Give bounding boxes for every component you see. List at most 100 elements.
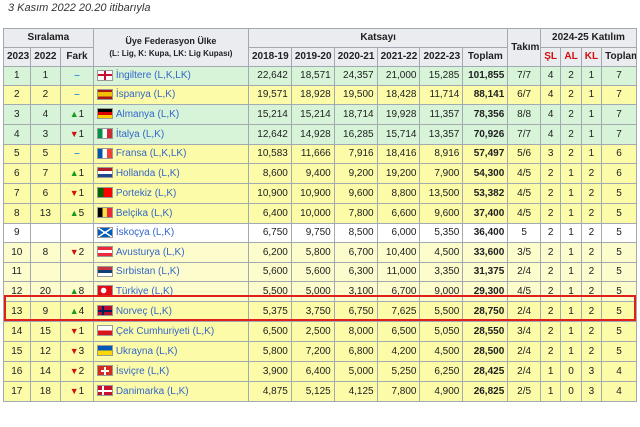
coefficient-total-cell: 57,497: [462, 144, 509, 164]
season-coefficient-cell: 22,642: [247, 66, 292, 86]
season-coefficient-cell: 11,714: [419, 85, 464, 105]
season-coefficient-cell: 8,000: [333, 321, 378, 342]
federation-link[interactable]: Norveç (L,K): [116, 306, 172, 317]
season-coefficient-cell: 6,750: [333, 301, 378, 322]
season-coefficient-cell: 24,357: [333, 66, 378, 86]
rank-change-cell: ▲1: [60, 104, 94, 125]
team-cell: 8/8: [507, 104, 541, 125]
season-coefficient-cell: 10,900: [290, 183, 335, 204]
federation-link[interactable]: Ukrayna (L,K): [116, 346, 178, 357]
rank-2022-cell: 5: [29, 144, 62, 164]
rank-change-value: 1: [78, 168, 85, 179]
season-coefficient-cell: 10,000: [290, 203, 335, 224]
federation-link[interactable]: Portekiz (L,K): [116, 188, 177, 199]
season-coefficient-cell: 4,200: [376, 341, 421, 362]
tur-flag-icon: [96, 285, 113, 297]
rank-change-cell: ▼1: [60, 124, 94, 145]
al-cell: 1: [560, 163, 582, 184]
rank-2022-cell: 3: [29, 124, 62, 145]
sl-cell: 2: [539, 183, 562, 204]
season-coefficient-cell: 9,000: [419, 281, 464, 302]
fra-flag-icon: [96, 147, 113, 159]
rank-change-cell: ▲4: [60, 301, 94, 322]
sl-cell: 2: [539, 321, 562, 342]
participation-total-cell: 6: [601, 163, 637, 184]
participation-total-cell: 4: [601, 381, 637, 402]
season-coefficient-cell: 16,285: [333, 124, 378, 145]
participation-total-cell: 5: [601, 242, 637, 263]
rank-2022-cell: 14: [29, 361, 62, 382]
al-cell: 2: [560, 144, 582, 164]
season-coefficient-cell: 5,600: [290, 262, 335, 282]
season-coefficient-cell: 8,916: [419, 144, 464, 164]
kl-cell: 2: [580, 203, 603, 224]
federation-link[interactable]: Avusturya (L,K): [116, 247, 185, 258]
cze-flag-icon: [96, 325, 113, 337]
coefficient-total-cell: 101,855: [462, 66, 509, 86]
sl-cell: 2: [539, 341, 562, 362]
season-coefficient-cell: 19,928: [376, 104, 421, 125]
col-participation-total: Toplam: [601, 47, 637, 67]
participation-total-cell: 7: [601, 104, 637, 125]
kl-cell: 2: [580, 321, 603, 342]
federation-link[interactable]: İsviçre (L,K): [116, 366, 169, 377]
federation-link[interactable]: Çek Cumhuriyeti (L,K): [116, 326, 214, 337]
team-cell: 4/5: [507, 281, 541, 302]
participation-total-cell: 4: [601, 361, 637, 382]
sl-cell: 3: [539, 144, 562, 164]
rank-2022-cell: 6: [29, 183, 62, 204]
season-coefficient-cell: 9,750: [290, 223, 335, 243]
season-coefficient-cell: 6,800: [333, 341, 378, 362]
federation-link[interactable]: İngiltere (L,K,LK): [116, 70, 191, 81]
participation-total-cell: 5: [601, 321, 637, 342]
federation-cell: Çek Cumhuriyeti (L,K): [92, 321, 249, 342]
coefficient-total-cell: 33,600: [462, 242, 509, 263]
table-row: 10 8 ▼2 Avusturya (L,K) 6,200 5,800 6,700 10,40…: [3, 242, 637, 263]
al-cell: 1: [560, 301, 582, 322]
federation-link[interactable]: İspanya (L,K): [116, 89, 175, 100]
table-row: 9 İskoçya (L,K) 6,750 9,750 8,500 6,000 5,350 3…: [3, 223, 637, 243]
sl-cell: 1: [539, 381, 562, 402]
federation-link[interactable]: Türkiye (L,K): [116, 286, 173, 297]
rank-2023-cell: 8: [3, 203, 31, 224]
federation-link[interactable]: Fransa (L,K,LK): [116, 148, 187, 159]
season-coefficient-cell: 14,928: [290, 124, 335, 145]
arrow-down-icon: ▼: [69, 247, 79, 257]
federation-link[interactable]: Belçika (L,K): [116, 208, 173, 219]
sl-cell: 4: [539, 104, 562, 125]
rank-2023-cell: 14: [3, 321, 31, 342]
al-cell: 2: [560, 124, 582, 145]
federation-link[interactable]: Danimarka (L,K): [116, 386, 189, 397]
arrow-down-icon: ▼: [69, 386, 79, 396]
kl-cell: 2: [580, 183, 603, 204]
federation-link[interactable]: Hollanda (L,K): [116, 168, 180, 179]
rank-change-value: 2: [78, 247, 85, 258]
coefficient-header: Katsayı: [247, 28, 509, 48]
rank-2023-cell: 17: [3, 381, 31, 402]
rank-2022-cell: [29, 262, 62, 282]
season-coefficient-cell: 11,000: [376, 262, 421, 282]
season-coefficient-cell: 6,700: [333, 242, 378, 263]
rank-change-cell: ▼1: [60, 183, 94, 204]
season-coefficient-cell: 19,500: [333, 85, 378, 105]
rank-2023-cell: 4: [3, 124, 31, 145]
federation-link[interactable]: Almanya (L,K): [116, 109, 179, 120]
federation-cell: Almanya (L,K): [92, 104, 249, 125]
season-coefficient-cell: 4,500: [419, 341, 464, 362]
team-cell: 2/5: [507, 381, 541, 402]
col-2020-21: 2020-21: [333, 47, 378, 67]
season-coefficient-cell: 5,375: [247, 301, 292, 322]
team-cell: 2/4: [507, 301, 541, 322]
season-coefficient-cell: 5,800: [247, 341, 292, 362]
sl-cell: 2: [539, 163, 562, 184]
federation-link[interactable]: Sırbistan (L,K): [116, 266, 180, 277]
season-coefficient-cell: 13,500: [419, 183, 464, 204]
federation-cell: Fransa (L,K,LK): [92, 144, 249, 164]
season-coefficient-cell: 5,800: [290, 242, 335, 263]
participation-total-cell: 6: [601, 144, 637, 164]
table-row: 11 Sırbistan (L,K) 5,600 5,600 6,300 11,000 3,…: [3, 262, 637, 282]
federation-link[interactable]: İskoçya (L,K): [116, 227, 174, 238]
federation-link[interactable]: İtalya (L,K): [116, 129, 164, 140]
rank-2023-cell: 7: [3, 183, 31, 204]
federation-cell: Belçika (L,K): [92, 203, 249, 224]
